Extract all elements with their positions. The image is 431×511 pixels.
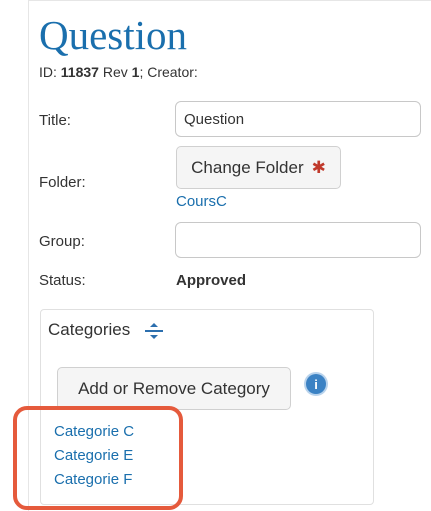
id-value: 11837: [60, 64, 99, 80]
question-meta: ID: 11837 Rev 1; Creator:: [39, 64, 198, 80]
change-folder-label: Change Folder: [191, 157, 304, 177]
change-folder-button[interactable]: Change Folder ✱: [176, 146, 341, 189]
status-value: Approved: [176, 272, 247, 289]
collapse-icon-glyph: [145, 323, 163, 339]
folder-link[interactable]: CoursC: [176, 193, 227, 210]
creator-label: ; Creator:: [139, 64, 198, 80]
annotation-highlight: [13, 406, 183, 510]
group-label: Group:: [39, 233, 85, 250]
rev-label: Rev: [102, 64, 128, 80]
status-label: Status:: [39, 272, 86, 289]
folder-label: Folder:: [39, 174, 86, 191]
categories-title: Categories: [48, 320, 131, 339]
group-input[interactable]: [175, 222, 421, 258]
title-label: Title:: [39, 112, 71, 129]
add-remove-category-button[interactable]: Add or Remove Category: [57, 367, 291, 410]
info-icon[interactable]: i: [306, 374, 326, 394]
required-icon: ✱: [311, 157, 326, 177]
id-label: ID:: [39, 64, 57, 80]
page-title: Question: [39, 12, 188, 58]
title-input[interactable]: [175, 101, 421, 137]
collapse-icon[interactable]: [144, 322, 164, 344]
